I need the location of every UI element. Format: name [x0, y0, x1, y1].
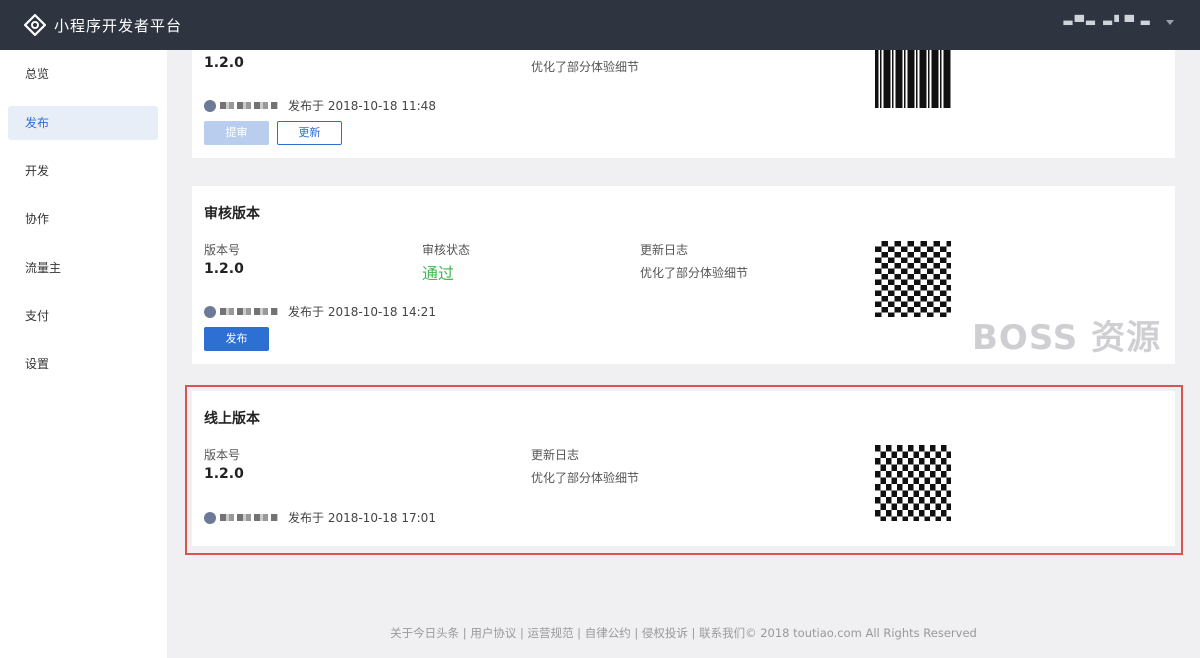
review-changelog: 优化了部分体验细节: [640, 266, 749, 280]
sidebar-item-settings[interactable]: 设置: [8, 347, 158, 381]
review-status: 通过: [422, 264, 455, 283]
sidebar: 总览 发布 开发 协作 流量主 支付 设置: [0, 50, 167, 658]
dev-publish-meta: 发布于 2018-10-18 11:48: [204, 97, 436, 114]
sidebar-item-traffic[interactable]: 流量主: [8, 251, 158, 285]
footer-links[interactable]: 关于今日头条 | 用户协议 | 运营规范 | 自律公约 | 侵权投诉 | 联系我…: [167, 625, 1200, 641]
dev-qr-code: [875, 50, 951, 108]
review-qr-code: [875, 241, 951, 317]
review-changelog-label: 更新日志: [640, 243, 689, 257]
watermark: BOSS 资源: [972, 318, 1162, 358]
review-publish-time: 发布于 2018-10-18 14:21: [288, 305, 436, 319]
sidebar-item-collaborate[interactable]: 协作: [8, 202, 158, 236]
publisher-name: [220, 308, 278, 315]
review-publish-meta: 发布于 2018-10-18 14:21: [204, 303, 436, 320]
avatar: [204, 99, 216, 112]
sidebar-item-payment[interactable]: 支付: [8, 299, 158, 333]
sidebar-item-publish[interactable]: 发布: [8, 106, 158, 140]
dev-version-card: 1.2.0 优化了部分体验细节 发布于 2018-10-18 11:48 提审 …: [192, 50, 1175, 158]
sidebar-item-overview[interactable]: 总览: [8, 57, 158, 91]
review-version-number: 1.2.0: [204, 261, 244, 277]
review-version-label: 版本号: [204, 243, 241, 257]
dev-version-number: 1.2.0: [204, 55, 244, 71]
app-title[interactable]: 小程序开发者平台: [54, 15, 182, 36]
review-status-label: 审核状态: [422, 243, 471, 257]
highlight-box: [185, 385, 1183, 555]
logo-icon[interactable]: [24, 14, 46, 36]
user-menu[interactable]: ▬▀▬ ▬▘▀ ▬: [1062, 15, 1174, 29]
avatar: [204, 305, 216, 318]
review-card-title: 审核版本: [204, 206, 260, 222]
dev-publish-time: 发布于 2018-10-18 11:48: [288, 99, 436, 113]
publisher-name: [220, 102, 278, 109]
publish-button[interactable]: 发布: [204, 327, 269, 351]
dev-changelog: 优化了部分体验细节: [531, 60, 640, 74]
top-bar: 小程序开发者平台 ▬▀▬ ▬▘▀ ▬: [0, 0, 1200, 50]
user-name[interactable]: ▬▀▬ ▬▘▀ ▬: [1062, 15, 1152, 29]
update-button[interactable]: 更新: [277, 121, 342, 145]
submit-review-button[interactable]: 提审: [204, 121, 269, 145]
chevron-down-icon[interactable]: [1166, 19, 1174, 25]
sidebar-item-develop[interactable]: 开发: [8, 154, 158, 188]
